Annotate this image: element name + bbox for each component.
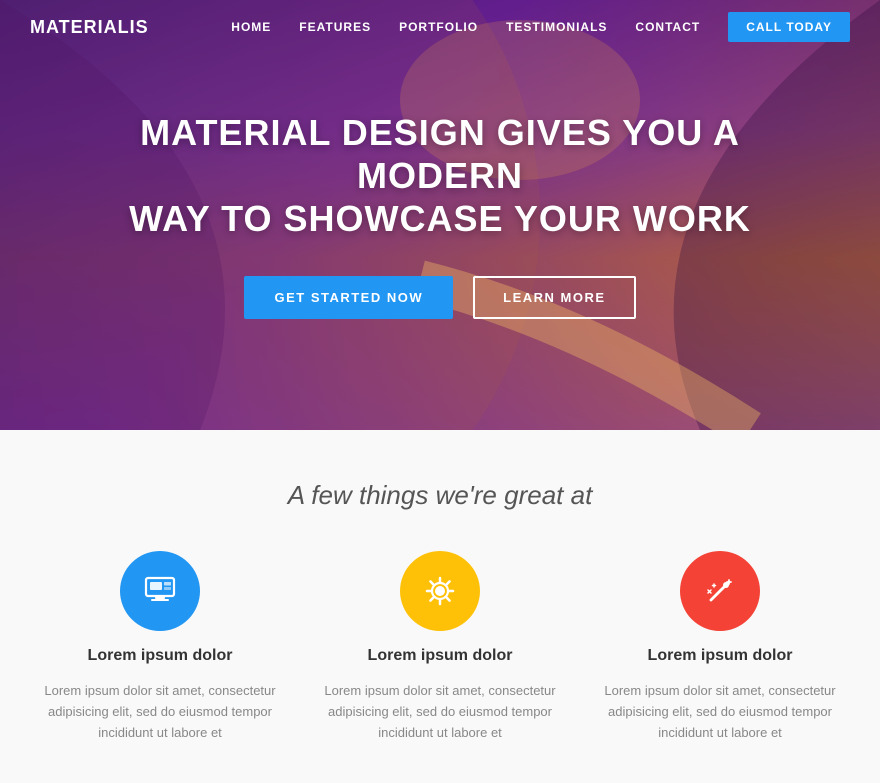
nav-testimonials[interactable]: TESTIMONIALS — [506, 20, 607, 34]
learn-more-button[interactable]: LEARN MORE — [473, 276, 635, 319]
feature-desc-2: Lorem ipsum dolor sit amet, consectetur … — [600, 681, 840, 743]
hero-content: MATERIAL DESIGN GIVES YOU A MODERN WAY T… — [0, 111, 880, 320]
get-started-button[interactable]: GET STARTED NOW — [244, 276, 453, 319]
features-section: A few things we're great at Lorem ipsum … — [0, 430, 880, 783]
feature-icon-circle-2 — [680, 551, 760, 631]
hero-section: MATERIALIS HOME FEATURES PORTFOLIO TESTI… — [0, 0, 880, 430]
feature-name-1: Lorem ipsum dolor — [368, 647, 513, 665]
nav-links: HOME FEATURES PORTFOLIO TESTIMONIALS CON… — [231, 12, 850, 42]
magic-icon — [701, 572, 739, 610]
nav-contact[interactable]: CONTACT — [635, 20, 700, 34]
navbar: MATERIALIS HOME FEATURES PORTFOLIO TESTI… — [0, 0, 880, 54]
feature-name-0: Lorem ipsum dolor — [88, 647, 233, 665]
hero-title: MATERIAL DESIGN GIVES YOU A MODERN WAY T… — [60, 111, 820, 241]
feature-item-0: Lorem ipsum dolor Lorem ipsum dolor sit … — [40, 551, 280, 743]
feature-item-2: Lorem ipsum dolor Lorem ipsum dolor sit … — [600, 551, 840, 743]
feature-name-2: Lorem ipsum dolor — [648, 647, 793, 665]
features-section-title: A few things we're great at — [40, 480, 840, 511]
nav-portfolio[interactable]: PORTFOLIO — [399, 20, 478, 34]
hero-buttons: GET STARTED NOW LEARN MORE — [60, 276, 820, 319]
call-today-button[interactable]: CALL TODAY — [728, 12, 850, 42]
features-grid: Lorem ipsum dolor Lorem ipsum dolor sit … — [40, 551, 840, 743]
feature-item-1: Lorem ipsum dolor Lorem ipsum dolor sit … — [320, 551, 560, 743]
feature-icon-circle-1 — [400, 551, 480, 631]
feature-desc-0: Lorem ipsum dolor sit amet, consectetur … — [40, 681, 280, 743]
monitor-icon — [141, 572, 179, 610]
feature-desc-1: Lorem ipsum dolor sit amet, consectetur … — [320, 681, 560, 743]
nav-home[interactable]: HOME — [231, 20, 271, 34]
gear-icon — [421, 572, 459, 610]
nav-features[interactable]: FEATURES — [299, 20, 371, 34]
brand-logo: MATERIALIS — [30, 17, 149, 38]
feature-icon-circle-0 — [120, 551, 200, 631]
